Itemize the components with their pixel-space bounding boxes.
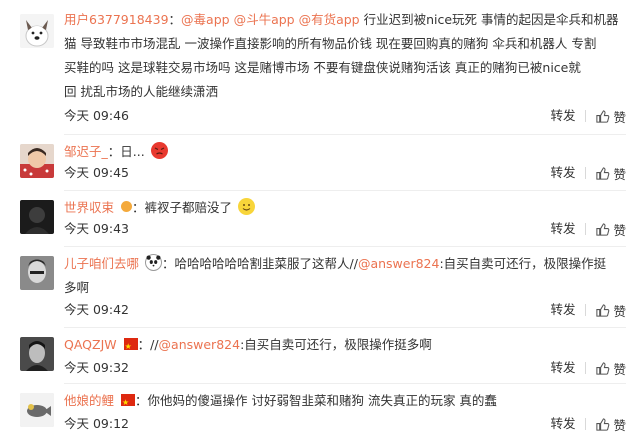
repost-button[interactable]: 转发 [550, 105, 575, 127]
timestamp: 今天 09:43 [64, 221, 129, 236]
timestamp: 今天 09:42 [64, 302, 129, 317]
username-link[interactable]: QAQZJW [64, 337, 117, 352]
china-flag-icon [121, 391, 135, 415]
timestamp: 今天 09:46 [64, 108, 129, 123]
comment-text: ：你他妈的傻逼操作 讨好弱智韭菜和赌狗 流失真正的玩家 真的蠢 [135, 393, 497, 408]
comment-actions: 转发 赞 [550, 299, 626, 321]
repost-button[interactable]: 转发 [550, 357, 575, 379]
comment-body: 世界収束 ：裤衩子都赔没了 [64, 196, 626, 220]
like-button[interactable]: 赞 [595, 107, 626, 126]
like-label: 赞 [613, 166, 626, 182]
username-link[interactable]: 用户6377918439 [64, 12, 169, 27]
comment-meta: 今天 09:43 转发 赞 [64, 218, 626, 240]
mention-link[interactable]: @有货app [299, 12, 360, 27]
comment-meta: 今天 09:45 转发 赞 [64, 162, 626, 184]
like-button[interactable]: 赞 [595, 359, 626, 378]
comment-body: QAQZJW ：//@answer824:自买自卖可还行，极限操作挺多啊 [64, 333, 626, 359]
comment-body: 邹迟子_：日... [64, 140, 626, 164]
comment-actions: 转发 赞 [550, 357, 626, 379]
like-label: 赞 [613, 361, 626, 377]
divider [64, 246, 626, 247]
thumbs-up-icon [596, 109, 610, 123]
comment-text: ：日... [107, 144, 145, 159]
like-label: 赞 [613, 417, 626, 433]
mention-link[interactable]: @answer824 [159, 337, 241, 352]
action-separator [585, 418, 587, 430]
avatar[interactable] [20, 14, 54, 48]
like-label: 赞 [613, 303, 626, 319]
avatar[interactable] [20, 337, 54, 371]
username-link[interactable]: 邹迟子_ [64, 144, 108, 159]
comment-meta: 今天 09:32 转发 赞 [64, 357, 626, 379]
comment-body: 用户6377918439：@毒app @斗牛app @有货app 行业迟到被ni… [64, 8, 626, 104]
comment-body: 儿子咱们去哪 ：哈哈哈哈哈哈割韭菜服了这帮人//@answer824:自买自卖可… [64, 252, 626, 300]
comment-text: 买鞋的吗 这是球鞋交易市场吗 这是赌博市场 不要有键盘侠说赌狗活该 真正的赌狗已… [64, 60, 581, 75]
divider [64, 134, 626, 135]
like-button[interactable]: 赞 [595, 415, 626, 434]
divider [64, 190, 626, 191]
comment-actions: 转发 赞 [550, 105, 626, 127]
emoji-panda-icon [145, 254, 162, 271]
action-separator [585, 304, 587, 316]
comment-body: 他娘的鲤 ：你他妈的傻逼操作 讨好弱智韭菜和赌狗 流失真正的玩家 真的蠢 [64, 389, 626, 415]
repost-button[interactable]: 转发 [550, 162, 575, 184]
timestamp: 今天 09:12 [64, 416, 129, 431]
thumbs-up-icon [596, 417, 610, 431]
action-separator [585, 110, 587, 122]
divider [64, 383, 626, 384]
like-button[interactable]: 赞 [595, 220, 626, 239]
timestamp: 今天 09:45 [64, 165, 129, 180]
thumbs-up-icon [596, 166, 610, 180]
like-button[interactable]: 赞 [595, 164, 626, 183]
username-link[interactable]: 他娘的鲤 [64, 393, 114, 408]
comment-meta: 今天 09:42 转发 赞 [64, 299, 626, 321]
username-link[interactable]: 儿子咱们去哪 [64, 256, 139, 271]
like-label: 赞 [613, 222, 626, 238]
emoji-smile-icon [238, 198, 256, 215]
comment-text: :自买自卖可还行，极限操作挺多啊 [240, 337, 432, 352]
thumbs-up-icon [596, 361, 610, 375]
avatar[interactable] [20, 200, 54, 234]
avatar[interactable] [20, 256, 54, 290]
timestamp: 今天 09:32 [64, 360, 129, 375]
comment-text: 猫 导致鞋市市场混乱 一波操作直接影响的所有物品价钱 现在要回购真的赌狗 伞兵和… [64, 36, 597, 51]
avatar[interactable] [20, 393, 54, 427]
comment-actions: 转发 赞 [550, 413, 626, 435]
comment-text: 多啊 [64, 280, 90, 295]
china-flag-icon [123, 335, 138, 359]
comment-meta: 今天 09:12 转发 赞 [64, 413, 626, 435]
repost-button[interactable]: 转发 [550, 218, 575, 240]
repost-button[interactable]: 转发 [550, 299, 575, 321]
action-separator [585, 362, 587, 374]
username-link[interactable]: 世界収束 [64, 200, 114, 215]
comment-text: 回 扰乱市场的人能继续潇洒 [64, 84, 218, 99]
comment-meta: 今天 09:46 转发 赞 [64, 105, 626, 127]
action-separator [585, 167, 587, 179]
comment-actions: 转发 赞 [550, 218, 626, 240]
divider [64, 327, 626, 328]
like-button[interactable]: 赞 [595, 301, 626, 320]
thumbs-up-icon [596, 303, 610, 317]
mention-link[interactable]: @毒app [181, 12, 230, 27]
comment-text: :自买自卖可还行，极限操作挺 [439, 256, 607, 271]
comment-text: 裤衩子都赔没了 [144, 200, 233, 215]
action-separator [585, 223, 587, 235]
badge-icon [121, 201, 132, 212]
comment-text: ：// [137, 337, 159, 352]
comment-actions: 转发 赞 [550, 162, 626, 184]
comment-text: 行业迟到被nice玩死 事情的起因是伞兵和机器 [363, 12, 619, 27]
thumbs-up-icon [596, 222, 610, 236]
repost-button[interactable]: 转发 [550, 413, 575, 435]
avatar[interactable] [20, 144, 54, 178]
emoji-angry-icon [150, 142, 168, 159]
comment-text: 哈哈哈哈哈哈割韭菜服了这帮人// [174, 256, 358, 271]
like-label: 赞 [613, 109, 626, 125]
comment-feed: 用户6377918439：@毒app @斗牛app @有货app 行业迟到被ni… [0, 0, 640, 446]
mention-link[interactable]: @斗牛app [234, 12, 295, 27]
mention-link[interactable]: @answer824 [358, 256, 440, 271]
